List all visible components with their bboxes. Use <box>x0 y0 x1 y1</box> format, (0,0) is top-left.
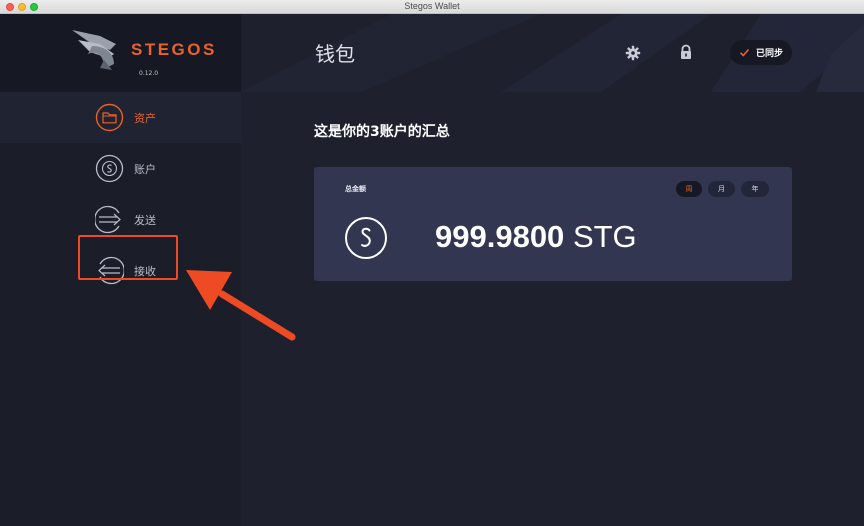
balance-value: 999.9800 <box>435 219 565 254</box>
sidebar-item-assets[interactable]: 资产 <box>0 92 241 143</box>
total-amount-label: 总金额 <box>345 185 366 193</box>
app-version: 0.12.0 <box>139 70 159 77</box>
stegos-logo-icon <box>72 30 116 70</box>
sync-status-label: 已同步 <box>756 49 784 59</box>
brand-header: STEGOS 0.12.0 <box>0 14 241 92</box>
sync-status-button[interactable]: 已同步 <box>730 40 792 65</box>
gear-icon[interactable] <box>625 45 641 61</box>
period-month-button[interactable]: 月 <box>708 181 735 197</box>
total-balance: 999.9800 STG <box>435 219 637 255</box>
brand-name: STEGOS <box>131 40 217 59</box>
app-window: Stegos Wallet STEGOS 0.12.0 资产 账户 发送 接收 … <box>0 0 864 526</box>
sidebar-item-label: 账户 <box>134 163 156 176</box>
lock-icon[interactable] <box>678 44 694 60</box>
window-title: Stegos Wallet <box>404 1 460 11</box>
sidebar-item-label: 资产 <box>134 112 156 125</box>
total-balance-card: 总金额 周 月 年 999.9800 STG <box>314 167 792 281</box>
page-title: 钱包 <box>315 42 355 66</box>
check-icon <box>739 48 750 57</box>
balance-unit: STG <box>572 219 637 254</box>
annotation-highlight-box <box>78 235 178 280</box>
sidebar-item-label: 发送 <box>134 214 156 227</box>
stg-logo-icon <box>345 217 387 259</box>
sidebar-item-accounts[interactable]: 账户 <box>0 143 241 194</box>
period-week-button[interactable]: 周 <box>676 181 702 197</box>
stg-coin-icon <box>95 154 124 183</box>
annotation-arrow <box>186 270 296 341</box>
summary-heading: 这是你的3账户的汇总 <box>314 124 450 140</box>
folder-icon <box>95 103 124 132</box>
period-year-button[interactable]: 年 <box>741 181 769 197</box>
send-arrow-icon <box>95 205 121 234</box>
title-bar: Stegos Wallet <box>0 0 864 14</box>
